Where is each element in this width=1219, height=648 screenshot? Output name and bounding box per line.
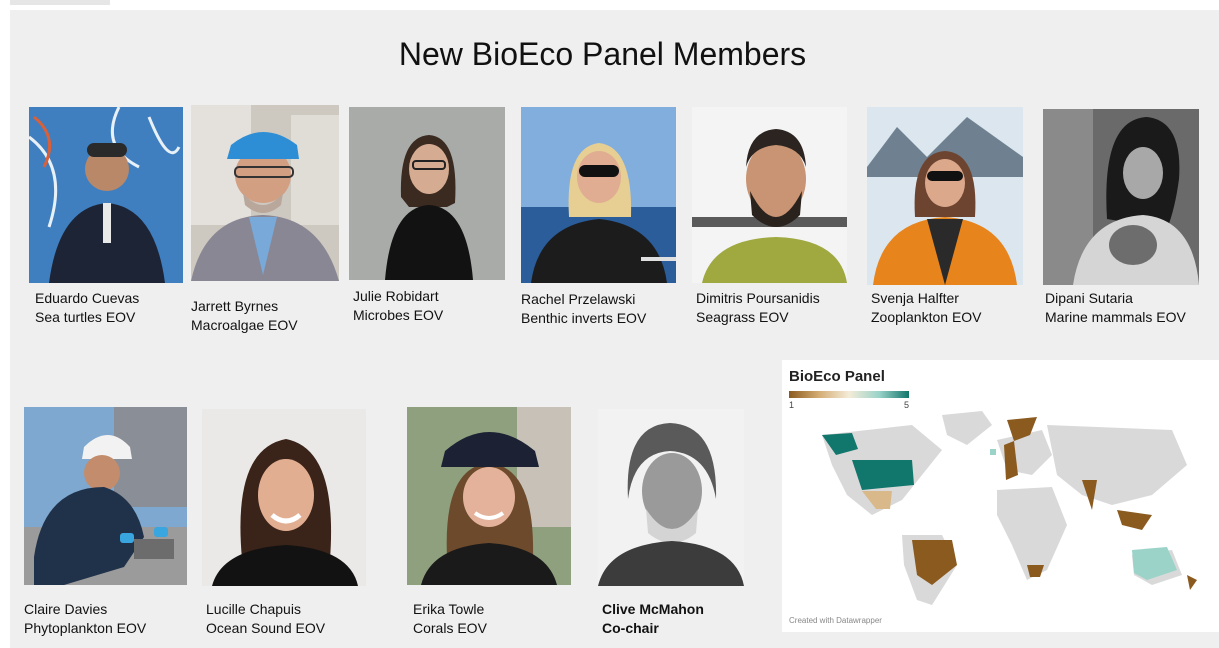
- member-caption: Rachel Przelawski Benthic inverts EOV: [521, 290, 646, 328]
- member-caption: Dipani Sutaria Marine mammals EOV: [1045, 289, 1186, 327]
- member-caption: Eduardo Cuevas Sea turtles EOV: [35, 289, 139, 327]
- member-caption: Jarrett Byrnes Macroalgae EOV: [191, 297, 298, 335]
- member-name: Clive McMahon: [602, 601, 704, 617]
- member-name: Claire Davies: [24, 601, 108, 617]
- member-role: Ocean Sound EOV: [206, 620, 326, 636]
- member-photo: [407, 407, 571, 585]
- member-role: Co-chair: [602, 620, 659, 636]
- member-photo: [29, 107, 183, 283]
- member-caption: Erika Towle Corals EOV: [413, 600, 487, 638]
- member-caption: Claire Davies Phytoplankton EOV: [24, 600, 146, 638]
- member-photo: [521, 107, 676, 283]
- member-photo: [692, 107, 847, 283]
- member-caption: Svenja Halfter Zooplankton EOV: [871, 289, 982, 327]
- member-role: Corals EOV: [413, 620, 487, 636]
- member-name: Eduardo Cuevas: [35, 290, 140, 306]
- member-name: Julie Robidart: [353, 288, 439, 304]
- new-zealand-region: [1187, 575, 1197, 590]
- member-role: Microbes EOV: [353, 307, 444, 323]
- member-photo: [24, 407, 187, 585]
- member-photo: [349, 107, 505, 280]
- world-choropleth-map: [822, 411, 1197, 605]
- asia-region: [1047, 425, 1187, 505]
- member-role: Zooplankton EOV: [871, 309, 982, 325]
- map-legend-scale: [789, 391, 909, 398]
- member-caption: Lucille Chapuis Ocean Sound EOV: [206, 600, 325, 638]
- member-role: Benthic inverts EOV: [521, 310, 647, 326]
- member-role: Macroalgae EOV: [191, 317, 298, 333]
- member-caption: Clive McMahon Co-chair: [602, 600, 704, 638]
- map-title: BioEco Panel: [789, 368, 885, 385]
- south-africa-region: [1027, 565, 1044, 577]
- member-role: Phytoplankton EOV: [24, 620, 147, 636]
- slide-title: New BioEco Panel Members: [398, 36, 807, 72]
- member-role: Marine mammals EOV: [1045, 309, 1186, 325]
- member-role: Sea turtles EOV: [35, 309, 136, 325]
- tab-strip: [10, 0, 110, 5]
- southeast-asia-region: [1117, 510, 1152, 530]
- member-name: Jarrett Byrnes: [191, 298, 279, 314]
- map-card: BioEco Panel 1 5 Created with Datawrappe…: [782, 360, 1219, 632]
- member-name: Dimitris Poursanidis: [696, 290, 820, 306]
- greenland-region: [942, 411, 992, 445]
- member-role: Seagrass EOV: [696, 309, 789, 325]
- slide: New BioEco Panel Members Eduardo Cuevas …: [10, 10, 1219, 648]
- member-name: Svenja Halfter: [871, 290, 959, 306]
- member-name: Lucille Chapuis: [206, 601, 301, 617]
- member-name: Erika Towle: [413, 601, 485, 617]
- usa-region: [852, 460, 914, 490]
- member-caption: Julie Robidart Microbes EOV: [353, 287, 443, 325]
- member-name: Dipani Sutaria: [1045, 290, 1133, 306]
- member-photo: [202, 409, 366, 586]
- iceland-region: [990, 449, 996, 455]
- member-caption: Dimitris Poursanidis Seagrass EOV: [696, 289, 820, 327]
- member-photo: [867, 107, 1023, 285]
- map-credit: Created with Datawrapper: [789, 616, 882, 625]
- member-photo: [191, 105, 339, 281]
- member-photo: [598, 409, 744, 586]
- member-name: Rachel Przelawski: [521, 291, 636, 307]
- member-photo: [1043, 109, 1199, 285]
